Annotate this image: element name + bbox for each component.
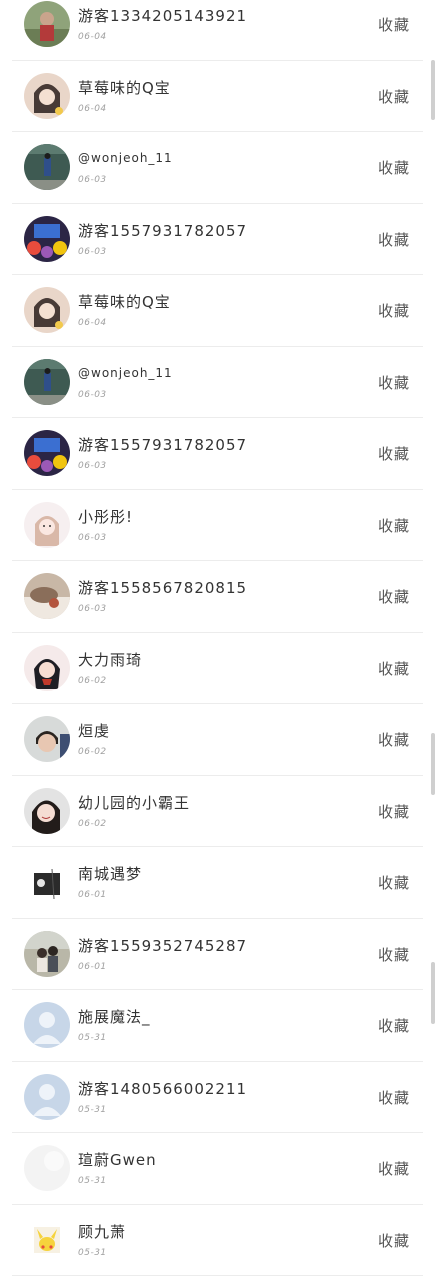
user-name: 游客1334205143921 <box>78 7 248 25</box>
favorite-button[interactable]: 收藏 <box>378 515 410 536</box>
list-item[interactable]: 游客1557931782057 06-03 收藏 <box>0 418 435 490</box>
list-item[interactable]: 游客1558567820815 06-03 收藏 <box>0 561 435 633</box>
item-date: 06-04 <box>78 318 107 328</box>
item-date: 06-03 <box>78 246 107 257</box>
list-item[interactable]: 游客1334205143921 06-04 收藏 <box>0 0 435 61</box>
item-date: 06-03 <box>78 175 107 185</box>
user-name: 顾九萧 <box>78 1222 127 1241</box>
item-date: 06-02 <box>78 818 107 829</box>
favorite-button[interactable]: 收藏 <box>378 372 410 393</box>
avatar[interactable] <box>24 1145 70 1191</box>
item-date: 06-04 <box>78 103 107 114</box>
avatar[interactable] <box>24 1073 70 1120</box>
list-item[interactable]: 烜虔 06-02 收藏 <box>0 704 435 776</box>
favorite-button[interactable]: 收藏 <box>378 14 410 35</box>
favorite-button[interactable]: 收藏 <box>378 1158 410 1179</box>
item-date: 06-01 <box>78 961 107 972</box>
user-name: 小彤彤! <box>78 507 134 526</box>
user-name: 游客1557931782057 <box>78 436 248 454</box>
list-item[interactable]: 幼儿园的小霸王 06-02 收藏 <box>0 776 435 847</box>
item-date: 06-03 <box>78 604 107 614</box>
avatar[interactable] <box>24 501 70 548</box>
list-item[interactable]: @wonjeoh_11 06-03 收藏 <box>0 132 435 204</box>
favorite-button[interactable]: 收藏 <box>378 658 410 679</box>
user-name: 瑄蔚Gwen <box>78 1151 157 1169</box>
list-item[interactable]: 小彤彤! 06-03 收藏 <box>0 490 435 561</box>
item-date: 06-02 <box>78 675 107 686</box>
favorite-button[interactable]: 收藏 <box>378 1087 410 1108</box>
scrollbar-indicator[interactable] <box>431 962 435 1024</box>
avatar[interactable] <box>24 1002 70 1048</box>
favorite-button[interactable]: 收藏 <box>378 944 410 965</box>
item-date: 05-31 <box>78 1247 107 1258</box>
user-name: 游客1559352745287 <box>78 936 248 955</box>
list-item[interactable]: 草莓味的Q宝 06-04 收藏 <box>0 61 435 132</box>
avatar[interactable] <box>24 1216 70 1263</box>
scrollbar-indicator[interactable] <box>431 733 435 795</box>
favorite-button[interactable]: 收藏 <box>378 872 410 893</box>
user-name: 施展魔法_ <box>78 1008 151 1026</box>
item-date: 05-31 <box>78 1033 107 1043</box>
user-name: 游客1558567820815 <box>78 579 248 597</box>
user-name: @wonjeoh_11 <box>78 365 173 380</box>
avatar[interactable] <box>24 430 70 476</box>
list-item[interactable]: 游客1480566002211 05-31 收藏 <box>0 1062 435 1133</box>
avatar[interactable] <box>24 644 70 691</box>
list-item[interactable]: 游客1557931782057 06-03 收藏 <box>0 204 435 275</box>
list-item[interactable]: 游客1559352745287 06-01 收藏 <box>0 919 435 990</box>
avatar[interactable] <box>24 787 70 834</box>
user-name: @wonjeoh_11 <box>78 151 173 165</box>
row-divider <box>12 1275 423 1276</box>
favorite-button[interactable]: 收藏 <box>378 443 410 464</box>
list-item[interactable]: 施展魔法_ 05-31 收藏 <box>0 990 435 1062</box>
user-name: 幼儿园的小霸王 <box>78 793 191 812</box>
item-date: 05-31 <box>78 1176 107 1186</box>
list-item[interactable]: @wonjeoh_11 06-03 收藏 <box>0 347 435 418</box>
list-item[interactable]: 南城遇梦 06-01 收藏 <box>0 847 435 919</box>
favorite-button[interactable]: 收藏 <box>378 801 410 822</box>
list-item[interactable]: 大力雨琦 06-02 收藏 <box>0 633 435 704</box>
item-date: 06-02 <box>78 747 107 757</box>
list-item[interactable]: 瑄蔚Gwen 05-31 收藏 <box>0 1133 435 1205</box>
avatar[interactable] <box>24 358 70 405</box>
avatar[interactable] <box>24 287 70 333</box>
list-item[interactable]: 草莓味的Q宝 06-04 收藏 <box>0 275 435 347</box>
avatar[interactable] <box>24 573 70 619</box>
user-name: 游客1480566002211 <box>78 1079 248 1098</box>
item-date: 06-01 <box>78 890 107 900</box>
item-date: 06-03 <box>78 389 107 400</box>
item-date: 06-03 <box>78 532 107 543</box>
favorite-button[interactable]: 收藏 <box>378 586 410 607</box>
avatar[interactable] <box>24 215 70 262</box>
favorite-button[interactable]: 收藏 <box>378 300 410 321</box>
avatar[interactable] <box>24 716 70 762</box>
item-date: 06-03 <box>78 461 107 471</box>
list-item[interactable]: 顾九萧 05-31 收藏 <box>0 1205 435 1276</box>
favorite-button[interactable]: 收藏 <box>378 86 410 107</box>
avatar[interactable] <box>24 144 70 190</box>
favorite-button[interactable]: 收藏 <box>378 729 410 750</box>
user-name: 草莓味的Q宝 <box>78 293 171 311</box>
user-name: 大力雨琦 <box>78 650 143 669</box>
favorite-button[interactable]: 收藏 <box>378 1230 410 1251</box>
scrollbar-indicator[interactable] <box>431 60 435 120</box>
item-date: 06-04 <box>78 32 107 42</box>
favorite-button[interactable]: 收藏 <box>378 157 410 178</box>
user-name: 南城遇梦 <box>78 865 143 883</box>
avatar[interactable] <box>24 859 70 905</box>
user-name: 游客1557931782057 <box>78 221 248 240</box>
avatar[interactable] <box>24 1 70 47</box>
item-date: 05-31 <box>78 1104 107 1115</box>
favorite-button[interactable]: 收藏 <box>378 229 410 250</box>
avatar[interactable] <box>24 72 70 119</box>
avatar[interactable] <box>24 930 70 977</box>
user-name: 烜虔 <box>78 722 111 740</box>
user-name: 草莓味的Q宝 <box>78 78 171 97</box>
favorites-list: 游客1334205143921 06-04 收藏 草莓味的Q宝 06-04 收藏 @wonj… <box>0 0 435 1280</box>
favorite-button[interactable]: 收藏 <box>378 1015 410 1036</box>
